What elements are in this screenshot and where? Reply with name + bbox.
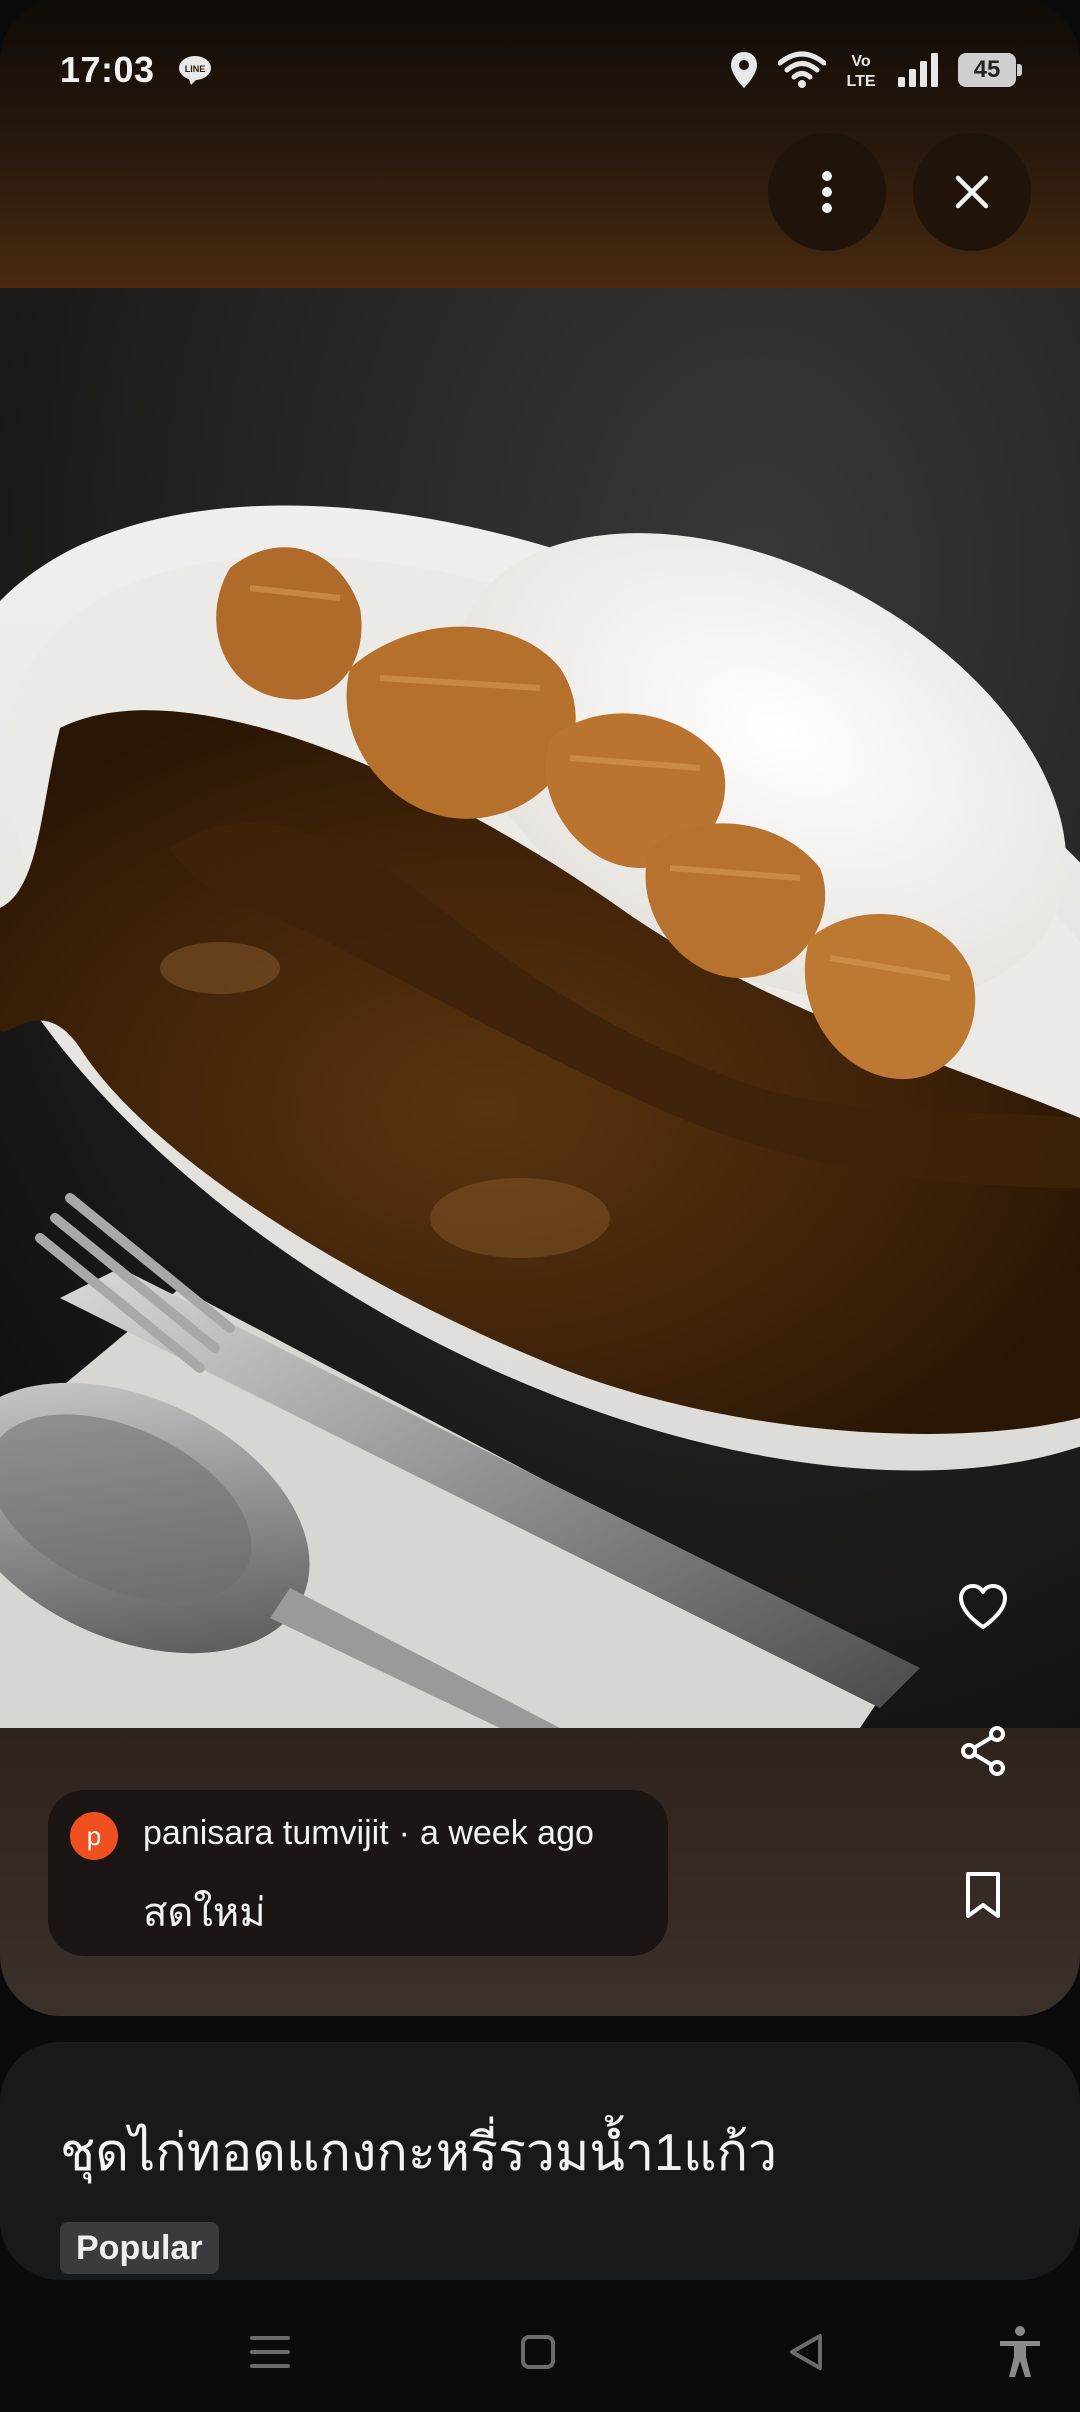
svg-text:LINE: LINE bbox=[184, 64, 205, 74]
svg-text:Vo: Vo bbox=[851, 53, 870, 70]
svg-text:LTE: LTE bbox=[846, 73, 875, 90]
share-button[interactable] bbox=[948, 1716, 1018, 1786]
share-icon bbox=[961, 1726, 1005, 1776]
menu-icon bbox=[250, 2336, 290, 2368]
bookmark-icon bbox=[966, 1872, 1000, 1918]
close-button[interactable] bbox=[913, 133, 1031, 251]
place-title: ชุดไก่ทอดแกงกะหรี่รวมน้ำ1แก้ว bbox=[60, 2124, 778, 2182]
status-left: 17:03 LINE bbox=[60, 49, 213, 91]
nav-recents-button[interactable] bbox=[240, 2322, 300, 2382]
nav-home-button[interactable] bbox=[508, 2322, 568, 2382]
author-name[interactable]: panisara tumvijit bbox=[143, 1814, 389, 1852]
volte-icon: Vo LTE bbox=[846, 53, 875, 90]
heart-icon bbox=[959, 1584, 1007, 1629]
battery-level: 45 bbox=[973, 56, 1001, 83]
status-time: 17:03 bbox=[60, 49, 155, 90]
wifi-icon bbox=[778, 51, 826, 88]
more-options-button[interactable] bbox=[768, 133, 886, 251]
popular-badge: Popular bbox=[60, 2222, 219, 2274]
review-photo[interactable] bbox=[0, 288, 1080, 1728]
review-time: a week ago bbox=[419, 1814, 594, 1852]
avatar[interactable]: p bbox=[70, 1812, 118, 1860]
nav-back-button[interactable] bbox=[776, 2322, 836, 2382]
signal-icon bbox=[898, 53, 938, 87]
accessibility-icon bbox=[1000, 2326, 1040, 2377]
back-triangle-icon bbox=[790, 2334, 822, 2370]
status-right: Vo LTE 45 bbox=[728, 50, 1022, 90]
home-square-icon bbox=[521, 2335, 555, 2369]
line-app-icon: LINE bbox=[178, 56, 211, 85]
food-photo bbox=[0, 288, 1080, 1728]
like-button[interactable] bbox=[948, 1572, 1018, 1642]
battery-icon: 45 bbox=[958, 53, 1022, 87]
separator-dot: · bbox=[398, 1814, 410, 1852]
more-vertical-icon bbox=[822, 171, 832, 213]
status-bar: 17:03 LINE Vo LTE 45 bbox=[60, 44, 1022, 96]
accessibility-button[interactable] bbox=[990, 2322, 1050, 2382]
save-button[interactable] bbox=[948, 1860, 1018, 1930]
close-icon bbox=[955, 175, 989, 209]
review-author-line: panisara tumvijit · a week ago bbox=[143, 1814, 594, 1853]
review-text: สดใหม่ bbox=[143, 1891, 266, 1935]
location-icon bbox=[731, 52, 757, 88]
